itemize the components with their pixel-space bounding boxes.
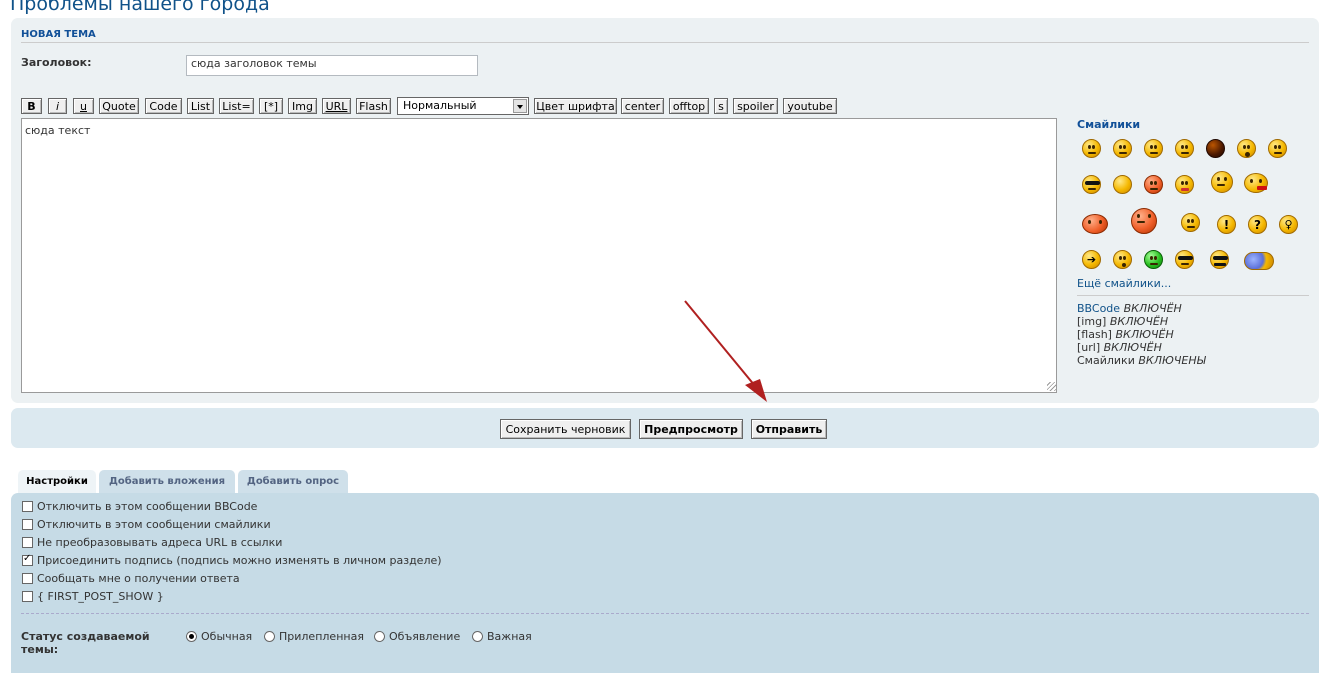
message-textarea[interactable]: сюда текст [21, 118, 1057, 393]
submit-buttons-panel: Сохранить черновик Предпросмотр Отправит… [11, 408, 1319, 448]
sad-smiley-icon[interactable] [1175, 139, 1194, 158]
tab-attachments[interactable]: Добавить вложения [99, 470, 235, 494]
bold-button[interactable]: B [21, 98, 42, 114]
topic-type-label: Статус создаваемой темы: [21, 630, 150, 656]
url-button[interactable]: URL [322, 98, 351, 114]
topic-type-announce[interactable]: Объявление [374, 630, 460, 643]
more-smilies-link[interactable]: Ещё смайлики... [1077, 277, 1171, 290]
checkbox[interactable] [22, 501, 33, 512]
bbcode-status-list: BBCode ВКЛЮЧЁН [img] ВКЛЮЧЁН [flash] ВКЛ… [1077, 302, 1206, 367]
exclamation-smiley-icon[interactable]: ! [1217, 215, 1236, 234]
crab-smiley-icon[interactable] [1082, 214, 1108, 234]
sidebar-divider [1077, 295, 1309, 296]
font-color-button[interactable]: Цвет шрифта [534, 98, 617, 114]
kiss-smiley-icon[interactable] [1244, 173, 1268, 193]
list-item-button[interactable]: [*] [259, 98, 283, 114]
youtube-button[interactable]: youtube [783, 98, 837, 114]
tongue-smiley-icon[interactable] [1175, 175, 1194, 194]
spoiler-button[interactable]: spoiler [733, 98, 778, 114]
mustache-smiley-icon[interactable] [1210, 250, 1229, 269]
neutral-smiley-icon[interactable] [1268, 139, 1287, 158]
radio[interactable] [264, 631, 275, 642]
offtop-button[interactable]: offtop [669, 98, 709, 114]
sick-green-smiley-icon[interactable] [1144, 250, 1163, 269]
smile-smiley-icon[interactable] [1113, 139, 1132, 158]
tab-poll[interactable]: Добавить опрос [238, 470, 348, 494]
quote-button[interactable]: Quote [99, 98, 139, 114]
resize-grip-icon[interactable] [1047, 382, 1056, 391]
angry-dark-smiley-icon[interactable] [1206, 139, 1225, 158]
radio[interactable] [472, 631, 483, 642]
devil-smiley-icon[interactable] [1131, 208, 1157, 234]
subject-label: Заголовок: [21, 56, 92, 69]
blank-smiley-icon[interactable] [1113, 175, 1132, 194]
checkbox-checked[interactable] [22, 553, 33, 566]
group-smiley-icon[interactable] [1244, 252, 1274, 270]
page-title: Проблемы нашего города [10, 0, 270, 15]
underline-button[interactable]: u [73, 98, 94, 114]
shocked-smiley-icon[interactable] [1237, 139, 1256, 158]
arrow-smiley-icon[interactable]: ➔ [1082, 250, 1101, 269]
list-button[interactable]: List [187, 98, 214, 114]
tab-settings[interactable]: Настройки [18, 470, 96, 494]
form-heading: НОВАЯ ТЕМА [21, 29, 1309, 43]
center-button[interactable]: center [621, 98, 664, 114]
smilies-title: Смайлики [1077, 118, 1141, 131]
checkbox[interactable] [22, 537, 33, 548]
flash-button[interactable]: Flash [356, 98, 391, 114]
save-draft-button[interactable]: Сохранить черновик [500, 419, 631, 439]
subject-input[interactable]: сюда заголовок темы [186, 55, 478, 76]
post-form-panel: НОВАЯ ТЕМА Заголовок: сюда заголовок тем… [11, 18, 1319, 403]
idea-smiley-icon[interactable]: ♀ [1279, 215, 1298, 234]
topic-type-important[interactable]: Важная [472, 630, 532, 643]
smilies-status-row: Смайлики ВКЛЮЧЕНЫ [1077, 354, 1206, 367]
question-smiley-icon[interactable]: ? [1248, 215, 1267, 234]
wink-smiley-icon[interactable] [1181, 213, 1200, 232]
italic-button[interactable]: i [48, 98, 67, 114]
options-panel: Отключить в этом сообщении BBCode Отключ… [11, 493, 1319, 673]
bbcode-status-row: BBCode ВКЛЮЧЁН [1077, 302, 1182, 315]
preview-button[interactable]: Предпросмотр [639, 419, 743, 439]
options-divider [21, 613, 1309, 614]
code-button[interactable]: Code [145, 98, 182, 114]
url-status-row: [url] ВКЛЮЧЁН [1077, 341, 1162, 354]
checkbox[interactable] [22, 519, 33, 530]
font-size-select[interactable]: Нормальный [397, 97, 529, 115]
topic-type-sticky[interactable]: Прилепленная [264, 630, 364, 643]
whistle-smiley-icon[interactable] [1113, 250, 1132, 269]
font-size-value: Нормальный [403, 99, 477, 112]
bbcode-help-link[interactable]: BBCode [1077, 302, 1120, 315]
radio-selected[interactable] [186, 631, 197, 642]
checkbox[interactable] [22, 591, 33, 602]
cool-sunglasses-smiley-icon[interactable] [1082, 175, 1101, 194]
sunglasses-smiley-icon[interactable] [1175, 250, 1194, 269]
radio[interactable] [374, 631, 385, 642]
ordered-list-button[interactable]: List= [219, 98, 254, 114]
img-status-row: [img] ВКЛЮЧЁН [1077, 315, 1169, 328]
img-button[interactable]: Img [288, 98, 317, 114]
thinking-smiley-icon[interactable] [1211, 171, 1233, 193]
mad-red-smiley-icon[interactable] [1144, 175, 1163, 194]
grin-smiley-icon[interactable] [1082, 139, 1101, 158]
chevron-down-icon[interactable] [513, 99, 527, 113]
strike-button[interactable]: s [714, 98, 728, 114]
checkbox[interactable] [22, 573, 33, 584]
flash-status-row: [flash] ВКЛЮЧЁН [1077, 328, 1174, 341]
happy-smiley-icon[interactable] [1144, 139, 1163, 158]
submit-button[interactable]: Отправить [751, 419, 827, 439]
topic-type-normal[interactable]: Обычная [186, 630, 252, 643]
